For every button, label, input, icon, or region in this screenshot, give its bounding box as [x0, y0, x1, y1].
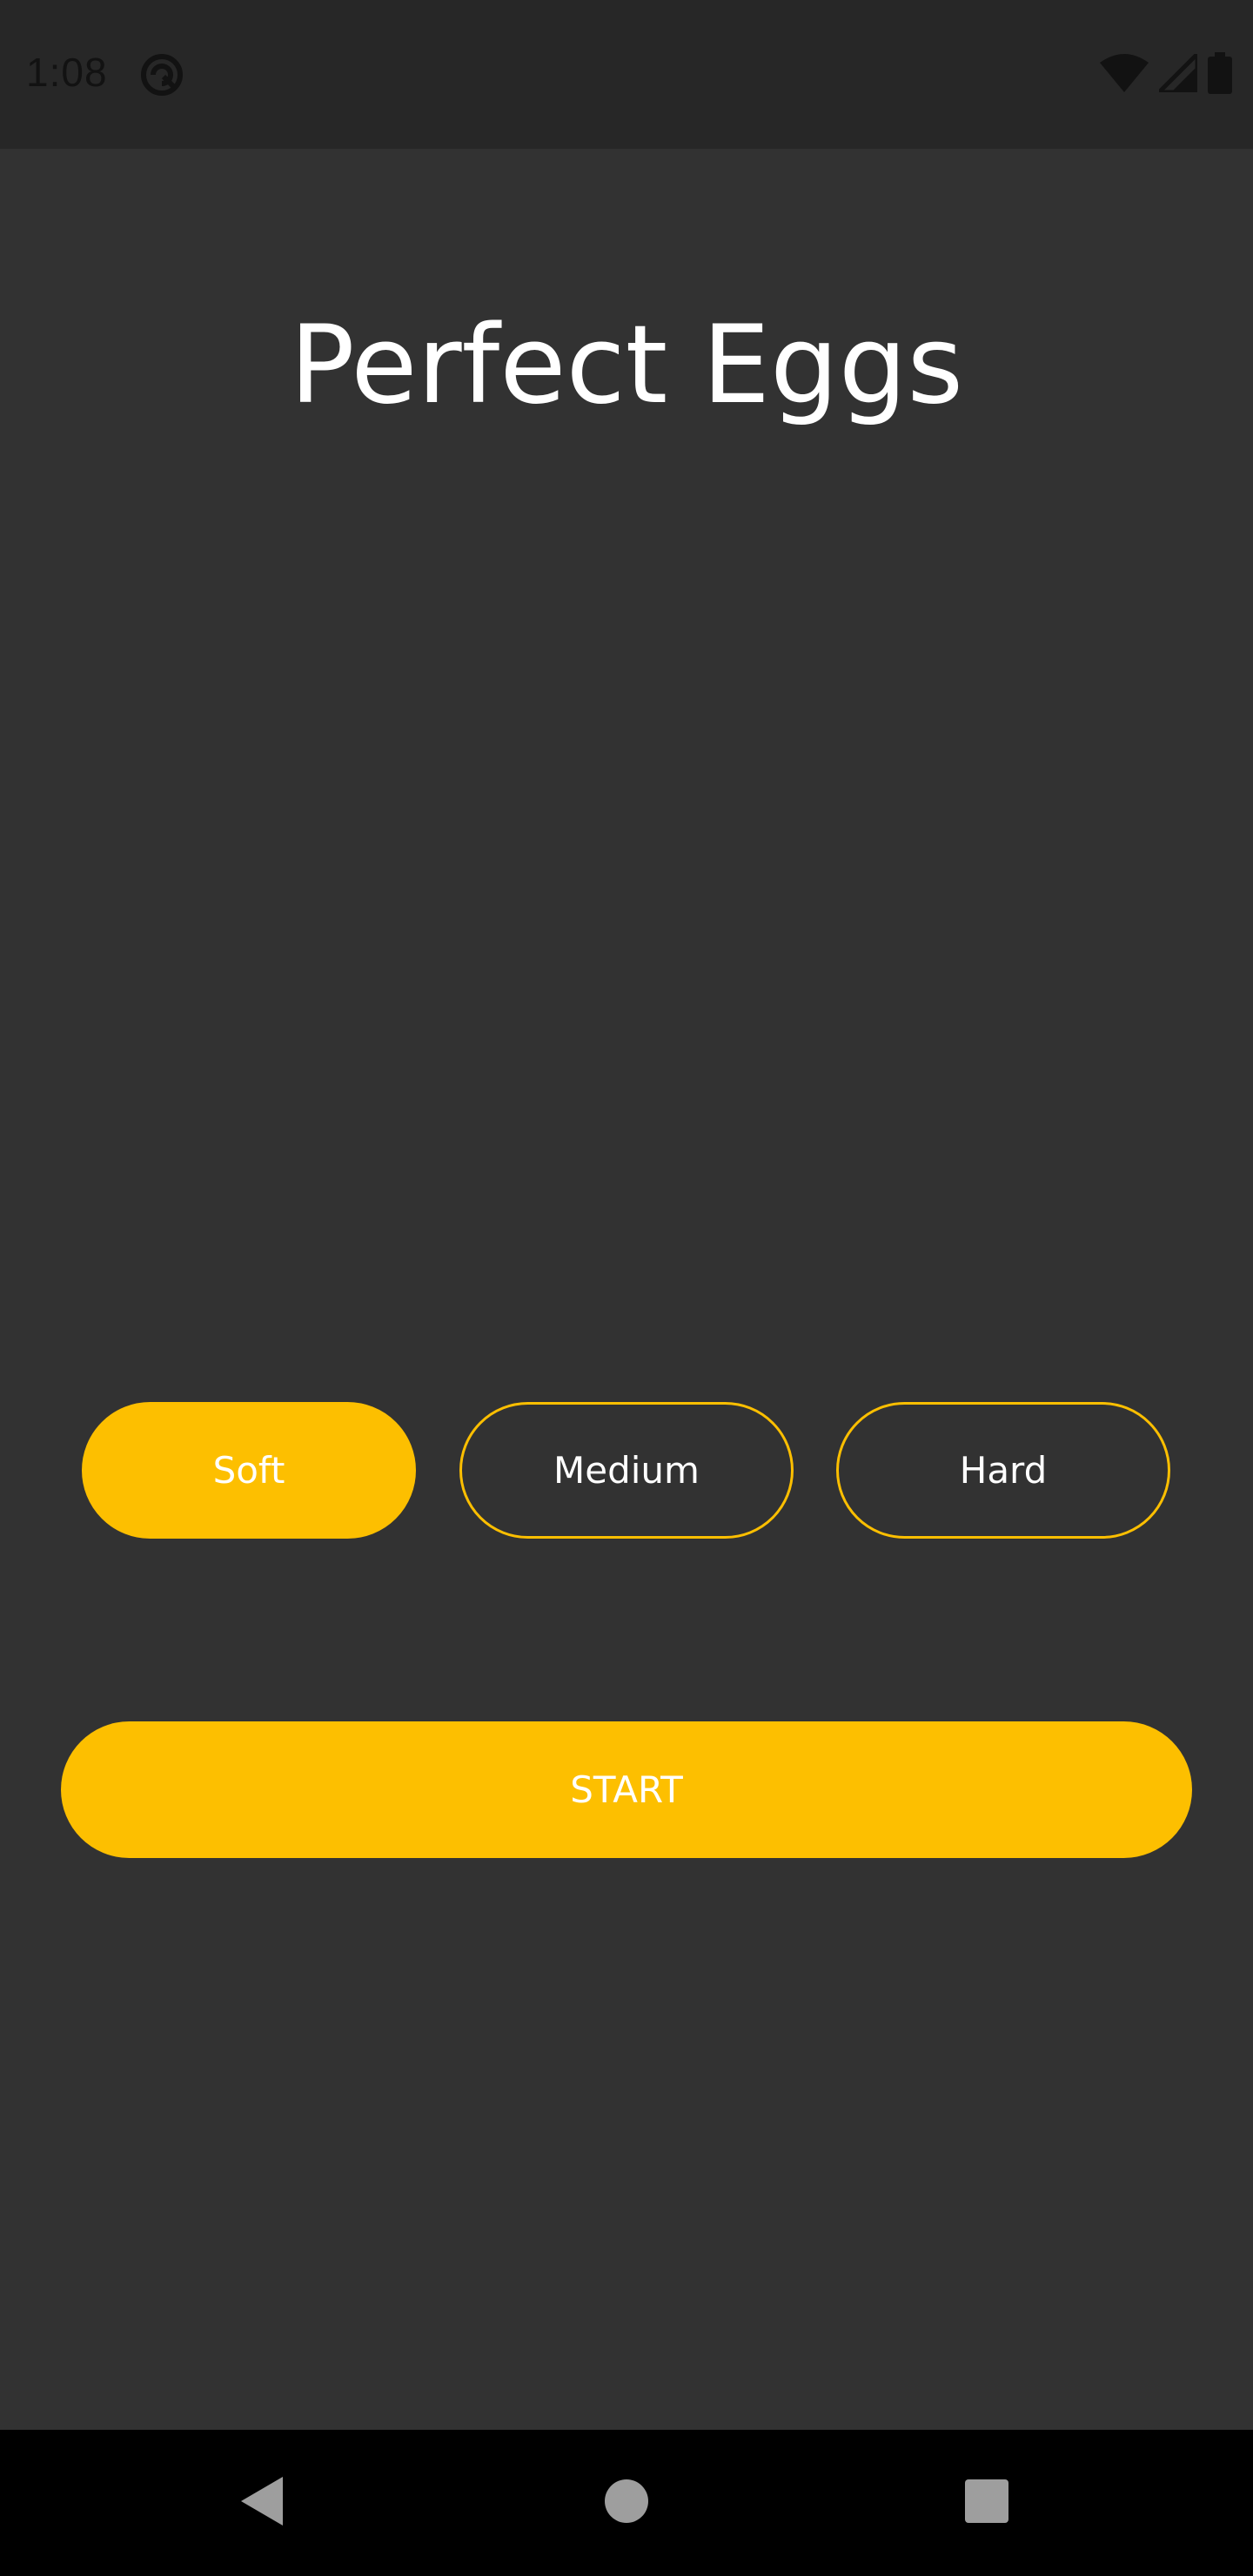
- hard-option-label: Hard: [959, 1449, 1048, 1492]
- app-screen: 1:08 Perfect Eggs Soft Medium Hard START: [0, 0, 1253, 2576]
- page-title: Perfect Eggs: [289, 303, 964, 428]
- signal-icon: [1153, 48, 1200, 97]
- status-bar: 1:08: [0, 0, 1253, 149]
- recents-icon: [964, 2479, 1009, 2528]
- back-icon: [238, 2475, 286, 2532]
- medium-option-button[interactable]: Medium: [459, 1402, 794, 1539]
- home-button[interactable]: [583, 2459, 670, 2546]
- home-icon: [604, 2479, 649, 2528]
- back-button[interactable]: [218, 2459, 305, 2546]
- wifi-icon: [1100, 53, 1149, 97]
- soft-option-label: Soft: [212, 1449, 285, 1492]
- recents-button[interactable]: [943, 2459, 1030, 2546]
- start-button[interactable]: START: [61, 1721, 1192, 1858]
- start-button-label: START: [570, 1768, 683, 1811]
- medium-option-label: Medium: [553, 1449, 700, 1492]
- hard-option-button[interactable]: Hard: [836, 1402, 1170, 1539]
- status-icons: [1100, 48, 1232, 98]
- battery-icon: [1208, 51, 1232, 98]
- navigation-bar: [0, 2430, 1253, 2576]
- app-notification-icon: [139, 52, 184, 97]
- soft-option-button[interactable]: Soft: [82, 1402, 416, 1539]
- status-time: 1:08: [26, 50, 108, 95]
